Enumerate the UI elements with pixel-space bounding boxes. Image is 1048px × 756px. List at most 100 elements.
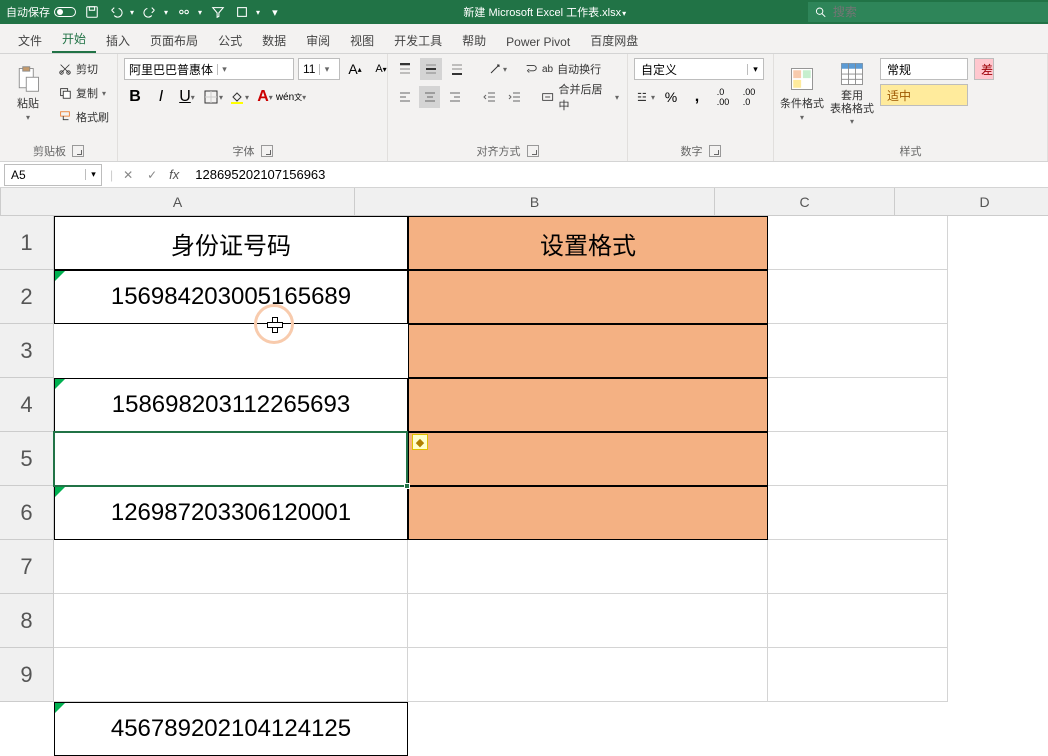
row-header-3[interactable]: 3 — [0, 324, 54, 378]
error-smart-tag[interactable]: ◆ — [412, 434, 428, 450]
row-header-2[interactable]: 2 — [0, 270, 54, 324]
cell-A9[interactable] — [54, 648, 408, 702]
search-box[interactable] — [808, 2, 1048, 22]
select-all-corner[interactable] — [0, 188, 1, 216]
name-box-drop-icon[interactable]: ▾ — [85, 169, 101, 180]
bold-button[interactable]: B — [124, 86, 146, 108]
tab-help[interactable]: 帮助 — [452, 26, 496, 53]
cell-grid[interactable]: 身份证号码 设置格式 156984203005165689 1586982031… — [54, 216, 1048, 734]
cell-A1[interactable]: 身份证号码 — [54, 216, 408, 270]
conditional-format-button[interactable]: 条件格式▾ — [780, 58, 824, 128]
tab-review[interactable]: 审阅 — [296, 26, 340, 53]
redo-drop-icon[interactable]: ▾ — [164, 8, 168, 17]
cell-C6[interactable] — [768, 486, 948, 540]
copy-button[interactable]: 复制▾ — [56, 82, 111, 104]
font-color-button[interactable]: A▾ — [254, 86, 276, 108]
cut-button[interactable]: 剪切 — [56, 58, 111, 80]
col-header-C[interactable]: C — [715, 188, 895, 216]
row-header-7[interactable]: 7 — [0, 540, 54, 594]
cell-B1[interactable]: 设置格式 — [408, 216, 768, 270]
row-header-4[interactable]: 4 — [0, 378, 54, 432]
undo-icon[interactable] — [108, 4, 124, 20]
align-left-button[interactable] — [394, 86, 415, 108]
align-middle-button[interactable] — [420, 58, 442, 80]
undo-drop-icon[interactable]: ▾ — [130, 8, 134, 17]
name-box[interactable]: A5 ▾ — [4, 164, 102, 186]
tab-dev[interactable]: 开发工具 — [384, 26, 452, 53]
cell-C7[interactable] — [768, 540, 948, 594]
number-format-drop-icon[interactable]: ▾ — [747, 64, 763, 75]
fill-handle[interactable] — [404, 483, 410, 489]
fill-color-button[interactable]: ▾ — [228, 86, 250, 108]
cell-B6[interactable] — [408, 486, 768, 540]
cell-A2[interactable]: 156984203005165689 — [54, 270, 408, 324]
font-size-drop-icon[interactable]: ▾ — [319, 64, 333, 75]
fx-icon[interactable]: fx — [169, 167, 179, 182]
row-header-1[interactable]: 1 — [0, 216, 54, 270]
tab-formulas[interactable]: 公式 — [208, 26, 252, 53]
cell-B2[interactable] — [408, 270, 768, 324]
underline-button[interactable]: U▾ — [176, 86, 198, 108]
cell-C3[interactable] — [768, 324, 948, 378]
col-header-A[interactable]: A — [1, 188, 355, 216]
cell-C1[interactable] — [768, 216, 948, 270]
decrease-decimal-button[interactable]: .00.0 — [738, 86, 760, 108]
formula-cancel-icon[interactable]: ✕ — [121, 168, 135, 182]
cell-A4[interactable]: 126987203306120001 — [54, 486, 408, 540]
tab-layout[interactable]: 页面布局 — [140, 26, 208, 53]
row-header-8[interactable]: 8 — [0, 594, 54, 648]
col-header-D[interactable]: D — [895, 188, 1048, 216]
qat-overflow-icon[interactable]: ▾ — [268, 6, 282, 19]
search-input[interactable] — [833, 5, 1042, 19]
percent-button[interactable]: % — [660, 86, 682, 108]
row-header-5[interactable]: 5 — [0, 432, 54, 486]
qat2-drop[interactable]: ▾ — [256, 8, 260, 17]
indent-increase-button[interactable] — [504, 86, 525, 108]
align-bottom-button[interactable] — [446, 58, 468, 80]
increase-decimal-button[interactable]: .0.00 — [712, 86, 734, 108]
formula-confirm-icon[interactable]: ✓ — [145, 168, 159, 182]
tab-baidu[interactable]: 百度网盘 — [580, 26, 648, 53]
font-family-drop-icon[interactable]: ▾ — [217, 64, 231, 75]
qat1-drop[interactable]: ▾ — [198, 8, 202, 17]
font-launcher[interactable] — [261, 145, 273, 157]
cell-B4[interactable] — [408, 378, 768, 432]
orientation-button[interactable]: ▾ — [486, 58, 508, 80]
accounting-format-button[interactable]: ☳▾ — [634, 86, 656, 108]
comma-button[interactable]: , — [686, 86, 708, 108]
clipboard-launcher[interactable] — [72, 145, 84, 157]
cell-B3[interactable] — [408, 324, 768, 378]
merge-center-button[interactable]: 合并后居中▾ — [539, 86, 621, 108]
border-button[interactable]: ▾ — [202, 86, 224, 108]
tab-data[interactable]: 数据 — [252, 26, 296, 53]
cell-C5[interactable] — [768, 432, 948, 486]
filter-icon[interactable] — [210, 4, 226, 20]
wrap-text-button[interactable]: ab自动换行 — [522, 58, 603, 80]
align-right-button[interactable] — [444, 86, 465, 108]
save-icon[interactable] — [84, 4, 100, 20]
cell-B7[interactable] — [408, 540, 768, 594]
align-top-button[interactable] — [394, 58, 416, 80]
cell-C2[interactable] — [768, 270, 948, 324]
cell-style-normal[interactable]: 常规 — [880, 58, 968, 80]
cell-C4[interactable] — [768, 378, 948, 432]
autosave-toggle[interactable]: 自动保存 — [6, 4, 76, 20]
number-launcher[interactable] — [709, 145, 721, 157]
cell-B8[interactable] — [408, 594, 768, 648]
italic-button[interactable]: I — [150, 86, 172, 108]
tab-home[interactable]: 开始 — [52, 24, 96, 53]
tab-file[interactable]: 文件 — [8, 26, 52, 53]
indent-decrease-button[interactable] — [479, 86, 500, 108]
col-header-B[interactable]: B — [355, 188, 715, 216]
cell-A6[interactable]: 456789202104124125 — [54, 702, 408, 756]
phonetic-button[interactable]: wén文▾ — [280, 86, 302, 108]
font-family-combo[interactable]: 阿里巴巴普惠体▾ — [124, 58, 294, 80]
format-as-table-button[interactable]: 套用 表格格式▾ — [830, 58, 874, 128]
paste-button[interactable]: 粘贴 ▾ — [6, 58, 50, 128]
cell-style-accent[interactable]: 适中 — [880, 84, 968, 106]
number-format-combo[interactable]: 自定义 ▾ — [634, 58, 764, 80]
filename-drop-icon[interactable]: ▾ — [622, 9, 626, 18]
cell-B5[interactable] — [408, 432, 768, 486]
qat-icon-2[interactable] — [234, 4, 250, 20]
qat-icon-1[interactable] — [176, 4, 192, 20]
